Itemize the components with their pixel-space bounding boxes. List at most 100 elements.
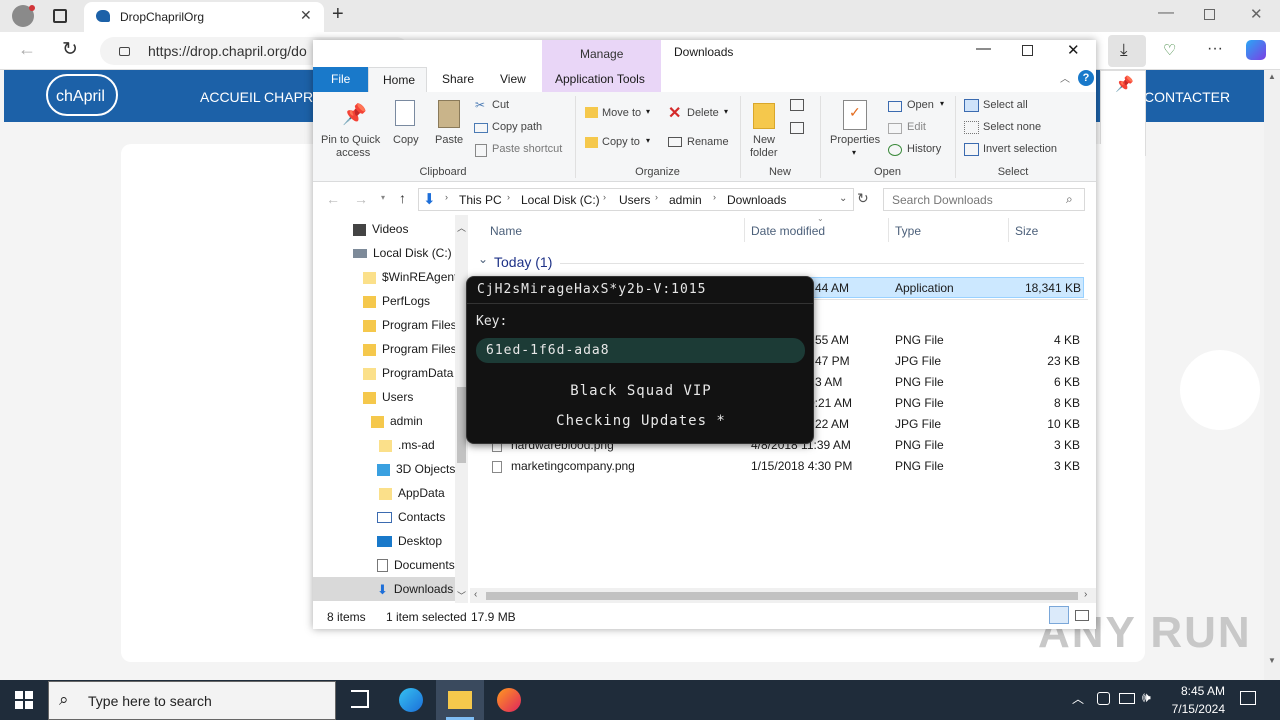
nav-item-local-disk[interactable]: Local Disk (C:) bbox=[353, 241, 452, 265]
column-type[interactable]: Type bbox=[895, 224, 921, 238]
close-window-icon[interactable]: ✕ bbox=[1067, 41, 1080, 59]
recent-locations-icon[interactable]: ▾ bbox=[381, 193, 385, 202]
invert-selection-button[interactable]: Invert selection bbox=[983, 143, 1057, 155]
nav-item-users[interactable]: Users bbox=[363, 385, 458, 409]
scroll-up-icon[interactable]: ▲ bbox=[1268, 72, 1276, 81]
browser-tab[interactable]: DropChaprilOrg ✕ bbox=[84, 2, 324, 32]
breadcrumb-users[interactable]: Users bbox=[619, 193, 650, 207]
pin-icon[interactable]: 📌 bbox=[1115, 75, 1134, 93]
help-icon[interactable]: ? bbox=[1078, 70, 1094, 86]
rename-button[interactable]: Rename bbox=[687, 136, 729, 148]
group-collapse-icon[interactable]: ⌄ bbox=[478, 252, 488, 266]
tab-file[interactable]: File bbox=[313, 67, 368, 92]
address-dropdown-icon[interactable]: ⌄ bbox=[839, 193, 847, 204]
tray-app-icon[interactable] bbox=[1097, 692, 1110, 705]
column-name[interactable]: Name bbox=[490, 224, 522, 238]
restore-browser-icon[interactable] bbox=[1204, 9, 1215, 20]
clock-date[interactable]: 7/15/2024 bbox=[1163, 702, 1225, 716]
refresh-folder-icon[interactable]: ↻ bbox=[857, 190, 869, 207]
tab-home[interactable]: Home bbox=[368, 67, 427, 93]
explorer-taskbar-button[interactable] bbox=[436, 680, 484, 720]
minimize-browser-icon[interactable]: — bbox=[1158, 4, 1174, 22]
column-divider[interactable] bbox=[1008, 218, 1009, 242]
volume-icon[interactable]: 🕪 bbox=[1142, 689, 1151, 706]
copy-to-button[interactable]: Copy to bbox=[602, 136, 640, 148]
address-breadcrumb[interactable]: ⬇ › This PC › Local Disk (C:) › Users › … bbox=[418, 188, 854, 211]
breadcrumb-admin[interactable]: admin bbox=[669, 193, 702, 207]
taskbar-search-box[interactable]: ⌕ Type here to search bbox=[48, 681, 336, 720]
tab-application-tools[interactable]: Application Tools bbox=[555, 72, 645, 86]
tab-share[interactable]: Share bbox=[442, 72, 474, 86]
nav-item-program-files-x86[interactable]: Program Files bbox=[363, 337, 458, 361]
column-divider[interactable] bbox=[744, 218, 745, 242]
more-menu-icon[interactable]: ··· bbox=[1207, 40, 1223, 58]
properties-button[interactable]: Properties bbox=[830, 134, 880, 146]
file-row[interactable]: marketingcompany.png 1/15/2018 4:30 PM PN… bbox=[486, 456, 1084, 477]
column-size[interactable]: Size bbox=[1015, 224, 1038, 238]
nav-scroll-down-icon[interactable]: ﹀ bbox=[457, 589, 466, 602]
notifications-icon[interactable] bbox=[1240, 691, 1256, 705]
group-today-header[interactable]: Today (1) bbox=[494, 254, 552, 270]
nav-scroll-up-icon[interactable]: ︿ bbox=[457, 221, 466, 234]
copy-button[interactable]: Copy bbox=[393, 134, 419, 146]
key-input[interactable]: 61ed-1f6d-ada8 bbox=[476, 338, 805, 363]
new-tab-button[interactable]: + bbox=[332, 3, 344, 26]
details-view-icon[interactable] bbox=[1049, 606, 1069, 624]
nav-item-winreagent[interactable]: $WinREAgent bbox=[363, 265, 458, 289]
easy-access-icon[interactable] bbox=[790, 122, 804, 134]
tab-actions-icon[interactable] bbox=[53, 9, 67, 23]
nav-item-perflogs[interactable]: PerfLogs bbox=[363, 289, 458, 313]
nav-item-documents[interactable]: Documents bbox=[377, 553, 458, 577]
network-icon[interactable] bbox=[1119, 693, 1135, 704]
history-button[interactable]: History bbox=[907, 143, 941, 155]
site-logo[interactable]: chApril bbox=[46, 74, 118, 116]
edit-button[interactable]: Edit bbox=[907, 121, 926, 133]
cut-button[interactable]: Cut bbox=[492, 99, 509, 111]
scroll-right-icon[interactable]: › bbox=[1084, 589, 1087, 600]
delete-button[interactable]: Delete bbox=[687, 107, 719, 119]
search-downloads-field[interactable]: Search Downloads ⌕ bbox=[883, 188, 1085, 211]
collapse-ribbon-icon[interactable]: ︿ bbox=[1060, 70, 1070, 85]
downloads-button[interactable]: ⤓ bbox=[1108, 35, 1146, 67]
clock-time[interactable]: 8:45 AM bbox=[1167, 684, 1225, 698]
show-hidden-icons-icon[interactable]: ︿ bbox=[1072, 690, 1084, 707]
nav-scroll-thumb[interactable] bbox=[457, 387, 466, 463]
nav-item-ms-ad[interactable]: .ms-ad bbox=[379, 433, 458, 457]
edge-taskbar-icon[interactable] bbox=[399, 688, 423, 712]
windows-start-icon[interactable] bbox=[15, 691, 33, 709]
tab-view[interactable]: View bbox=[500, 72, 526, 86]
new-item-icon[interactable] bbox=[790, 99, 804, 111]
nav-item-appdata[interactable]: AppData bbox=[379, 481, 458, 505]
nav-contact-link[interactable]: CONTACTER bbox=[1144, 89, 1230, 105]
nav-back-icon[interactable]: ← bbox=[326, 191, 340, 207]
task-view-icon[interactable] bbox=[351, 690, 369, 708]
nav-item-3d-objects[interactable]: 3D Objects bbox=[377, 457, 458, 481]
select-none-button[interactable]: Select none bbox=[983, 121, 1041, 133]
nav-item-downloads[interactable]: ⬇ Downloads bbox=[313, 577, 458, 601]
breadcrumb-local-disk[interactable]: Local Disk (C:) bbox=[521, 193, 600, 207]
move-to-button[interactable]: Move to bbox=[602, 107, 641, 119]
paste-shortcut-button[interactable]: Paste shortcut bbox=[492, 143, 562, 155]
refresh-icon[interactable]: ↻ bbox=[62, 38, 78, 61]
nav-item-programdata[interactable]: ProgramData bbox=[363, 361, 458, 385]
browser-essentials-icon[interactable]: ♡ bbox=[1163, 41, 1176, 59]
minimize-window-icon[interactable]: — bbox=[976, 40, 991, 57]
open-button[interactable]: Open bbox=[907, 99, 934, 111]
copy-path-button[interactable]: Copy path bbox=[492, 121, 542, 133]
hscroll-thumb[interactable] bbox=[486, 592, 1078, 600]
column-date-modified[interactable]: Date modified bbox=[751, 224, 825, 238]
breadcrumb-this-pc[interactable]: This PC bbox=[459, 193, 502, 207]
back-icon[interactable]: ← bbox=[18, 39, 36, 60]
new-folder-button[interactable]: New bbox=[753, 134, 775, 146]
nav-item-videos[interactable]: Videos bbox=[353, 217, 408, 241]
page-scrollbar[interactable]: ▲ ▼ bbox=[1264, 70, 1280, 680]
tab-close-icon[interactable]: ✕ bbox=[300, 7, 312, 24]
large-icons-view-icon[interactable] bbox=[1075, 610, 1089, 621]
select-all-button[interactable]: Select all bbox=[983, 99, 1028, 111]
paste-button[interactable]: Paste bbox=[435, 134, 463, 146]
breadcrumb-downloads[interactable]: Downloads bbox=[727, 193, 786, 207]
scroll-down-icon[interactable]: ▼ bbox=[1268, 656, 1276, 665]
nav-home-link[interactable]: ACCUEIL CHAPRIL bbox=[200, 89, 325, 105]
nav-item-program-files[interactable]: Program Files bbox=[363, 313, 458, 337]
nav-item-desktop[interactable]: Desktop bbox=[377, 529, 458, 553]
